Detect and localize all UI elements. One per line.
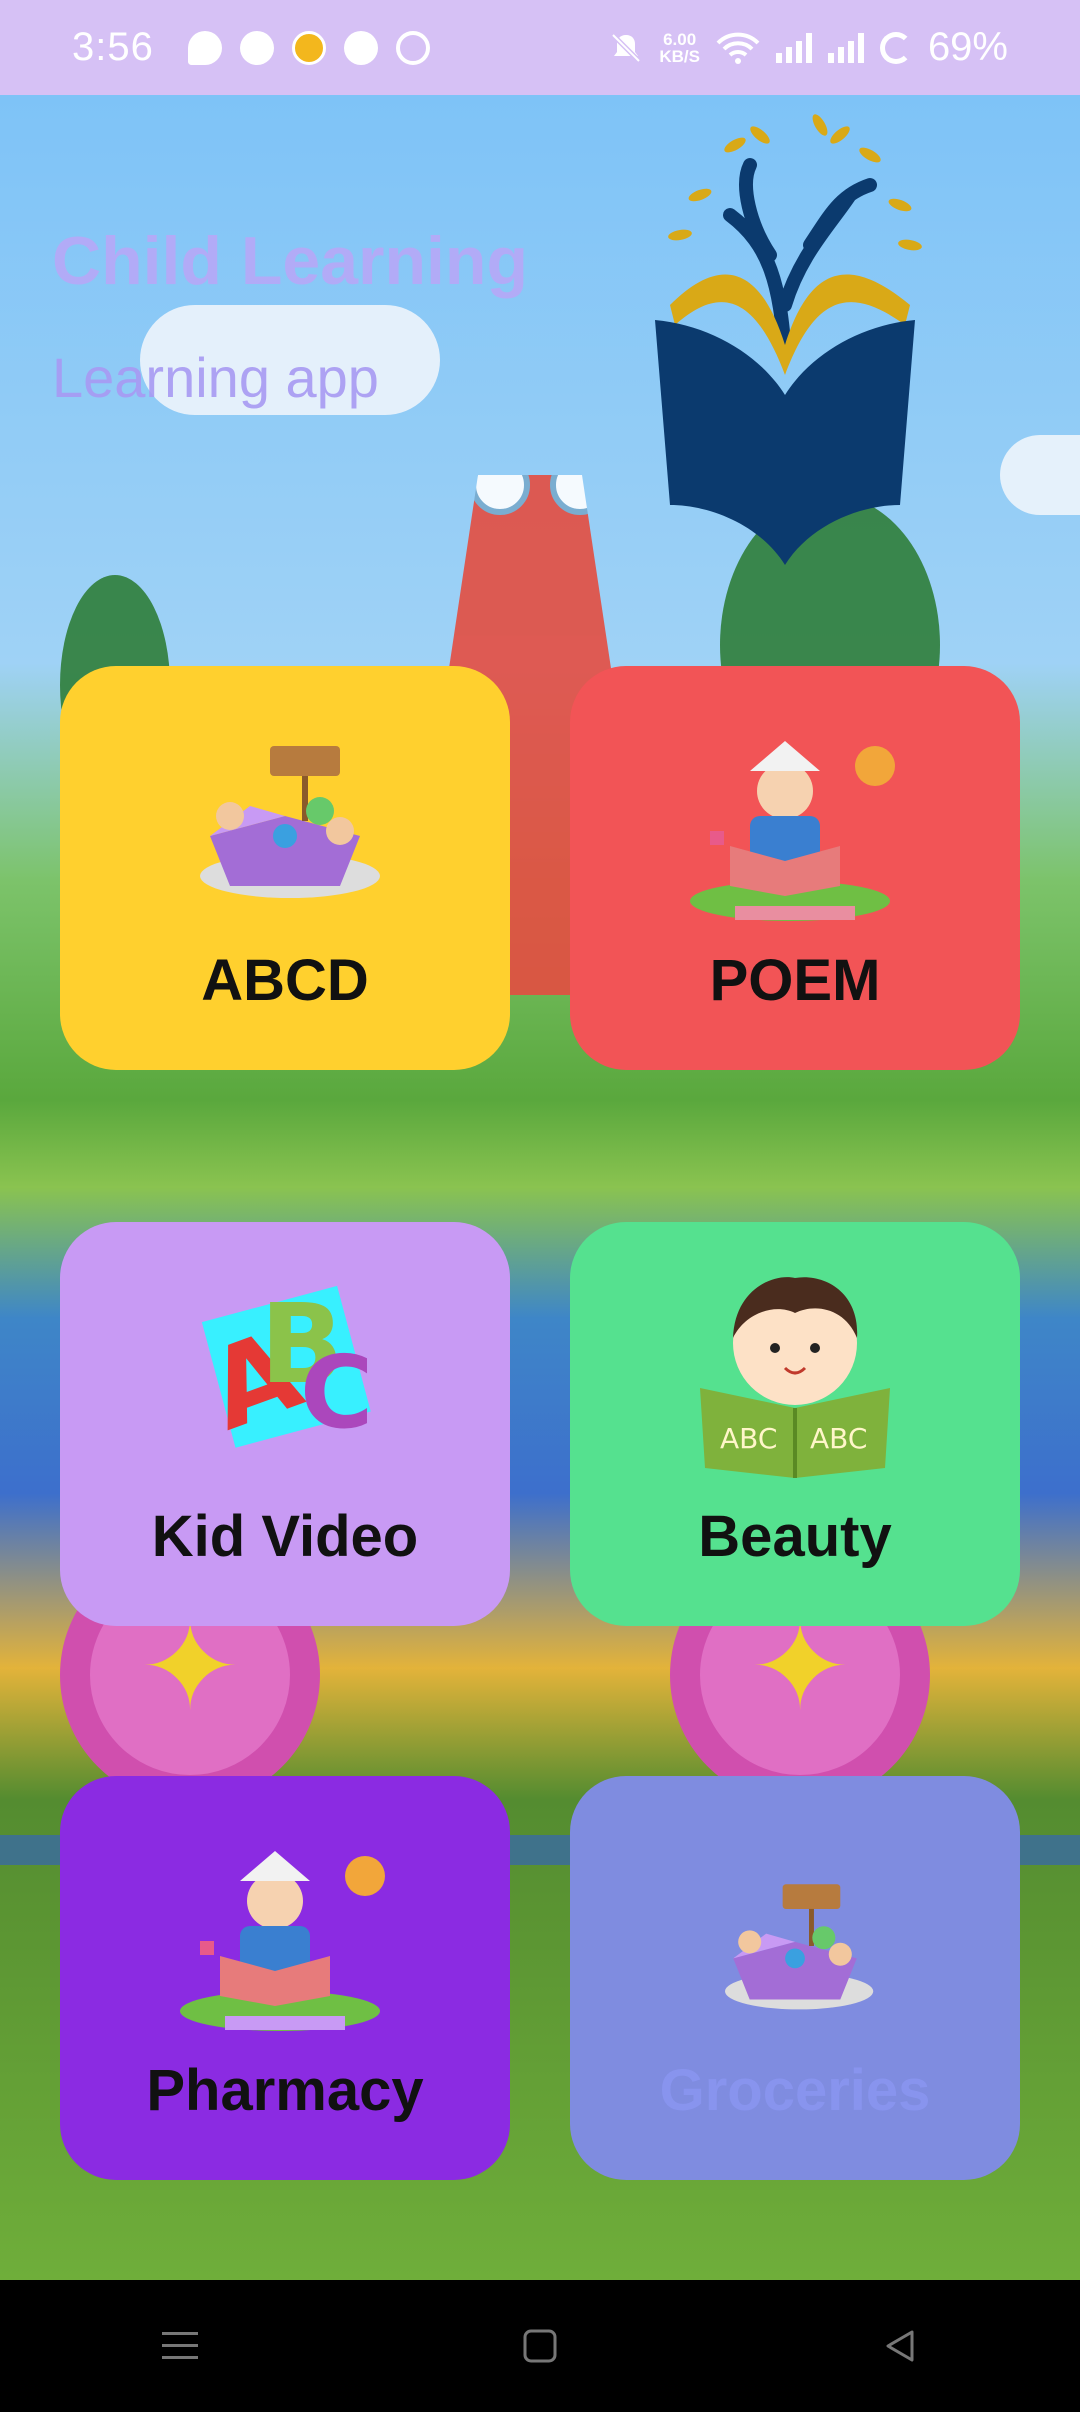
category-label: Pharmacy (146, 2058, 424, 2123)
facebook-icon (343, 30, 378, 65)
app-title: Child Learning (52, 223, 528, 299)
home-icon (523, 2329, 557, 2363)
svg-text:ABC: ABC (720, 1422, 777, 1455)
svg-text:C: C (300, 1334, 373, 1451)
category-card-abcd[interactable]: ABCD (60, 666, 510, 1070)
menu-icon (162, 2332, 198, 2359)
category-card-groceries[interactable]: Groceries (570, 1776, 1020, 2180)
category-card-beauty[interactable]: ABC ABC Beauty (570, 1222, 1020, 1626)
media-icon (291, 30, 326, 65)
app-subtitle: Learning app (52, 346, 379, 409)
signal-icon (775, 32, 812, 63)
category-card-poem[interactable]: POEM (570, 666, 1020, 1070)
messenger-icon (239, 30, 274, 65)
mascot-eye (550, 475, 610, 515)
menu-button[interactable] (150, 2316, 210, 2376)
child-reading-icon (690, 741, 895, 921)
svg-text:ABC: ABC (810, 1422, 867, 1455)
category-card-pharmacy[interactable]: Pharmacy (60, 1776, 510, 2180)
status-bar: 3:56 6.00 KB/S 69% (0, 0, 1080, 95)
notification-icons (187, 30, 430, 65)
battery-icon (879, 31, 912, 64)
child-reading-icon (180, 1851, 385, 2031)
imo-icon (395, 30, 430, 65)
mascot-eye (470, 475, 530, 515)
category-label: Beauty (698, 1504, 892, 1569)
category-label: Kid Video (151, 1504, 419, 1569)
wifi-icon (716, 32, 760, 64)
back-icon (886, 2330, 914, 2362)
navigation-bar (0, 2280, 1080, 2412)
book-tree-logo-icon (655, 114, 922, 565)
mute-icon (611, 32, 642, 63)
battery-percent: 69% (927, 25, 1008, 69)
status-time: 3:56 (72, 25, 154, 69)
category-label: ABCD (201, 948, 369, 1013)
boy-reading-abc-book-icon: ABC ABC (700, 1277, 890, 1478)
net-speed: 6.00 KB/S (659, 29, 700, 66)
kids-abc-box-icon (200, 746, 380, 898)
signal-icon (827, 32, 864, 63)
abc-letters-icon: A B C (192, 1280, 373, 1455)
system-icons: 6.00 KB/S 69% (609, 25, 1008, 70)
back-button[interactable] (870, 2316, 930, 2376)
category-card-kid-video[interactable]: A B C Kid Video (60, 1222, 510, 1626)
category-label: POEM (709, 948, 881, 1013)
category-label: Groceries (659, 2058, 931, 2123)
home-button[interactable] (510, 2316, 570, 2376)
chat-icon (187, 30, 222, 65)
cloud (1000, 435, 1080, 515)
kids-abc-box-icon (725, 1884, 874, 2010)
